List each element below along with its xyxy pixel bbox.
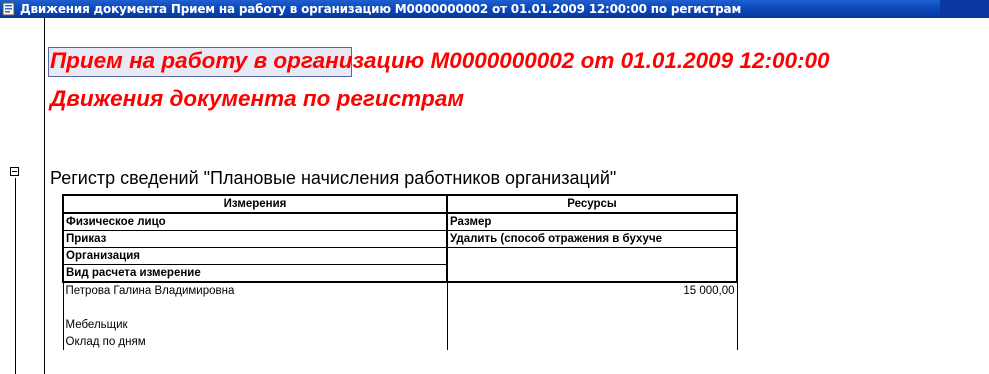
table-row[interactable]: Мебельщик	[62, 316, 738, 333]
data-dimension[interactable]: Петрова Галина Владимировна	[62, 282, 448, 299]
field-dimension: Вид расчета измерение	[62, 264, 448, 283]
collapse-minus-icon[interactable]	[10, 167, 19, 176]
field-resource: Размер	[446, 213, 738, 231]
window-titlebar[interactable]: Движения документа Прием на работу в орг…	[0, 0, 989, 18]
field-resource	[446, 264, 738, 283]
data-dimension[interactable]	[62, 299, 448, 316]
data-dimension[interactable]: Мебельщик	[62, 316, 448, 333]
table-row: Физическое лицо Размер	[62, 213, 738, 231]
gutter-divider	[44, 18, 45, 374]
header-dimensions: Измерения	[62, 194, 448, 214]
field-dimension: Физическое лицо	[62, 213, 448, 231]
data-resource[interactable]: 15 000,00	[446, 282, 738, 299]
document-title: Прием на работу в организацию М000000000…	[50, 48, 830, 73]
data-dimension[interactable]: Оклад по дням	[62, 333, 448, 350]
data-resource[interactable]	[446, 333, 738, 350]
field-resource	[446, 247, 738, 265]
table-row: Вид расчета измерение	[62, 264, 738, 283]
document-register-icon	[2, 2, 16, 16]
report-content: Прием на работу в организацию М000000000…	[0, 18, 989, 374]
table-row[interactable]: Оклад по дням	[62, 333, 738, 350]
table-row[interactable]: Петрова Галина Владимировна 15 000,00	[62, 282, 738, 299]
table-row: Организация	[62, 247, 738, 265]
table-header-row: Измерения Ресурсы	[62, 194, 738, 214]
document-subtitle: Движения документа по регистрам	[50, 86, 465, 111]
register-title: Регистр сведений "Плановые начисления ра…	[50, 168, 617, 188]
field-resource: Удалить (способ отражения в бухуче	[446, 230, 738, 248]
table-row[interactable]	[62, 299, 738, 316]
field-dimension: Организация	[62, 247, 448, 265]
table-row: Приказ Удалить (способ отражения в бухуч…	[62, 230, 738, 248]
titlebar-corner	[940, 0, 989, 18]
window-title: Движения документа Прием на работу в орг…	[20, 2, 742, 16]
register-table: Измерения Ресурсы Физическое лицо Размер…	[62, 194, 738, 350]
tree-line	[15, 178, 16, 374]
data-resource[interactable]	[446, 316, 738, 333]
field-dimension: Приказ	[62, 230, 448, 248]
header-resources: Ресурсы	[446, 194, 738, 214]
data-resource[interactable]	[446, 299, 738, 316]
